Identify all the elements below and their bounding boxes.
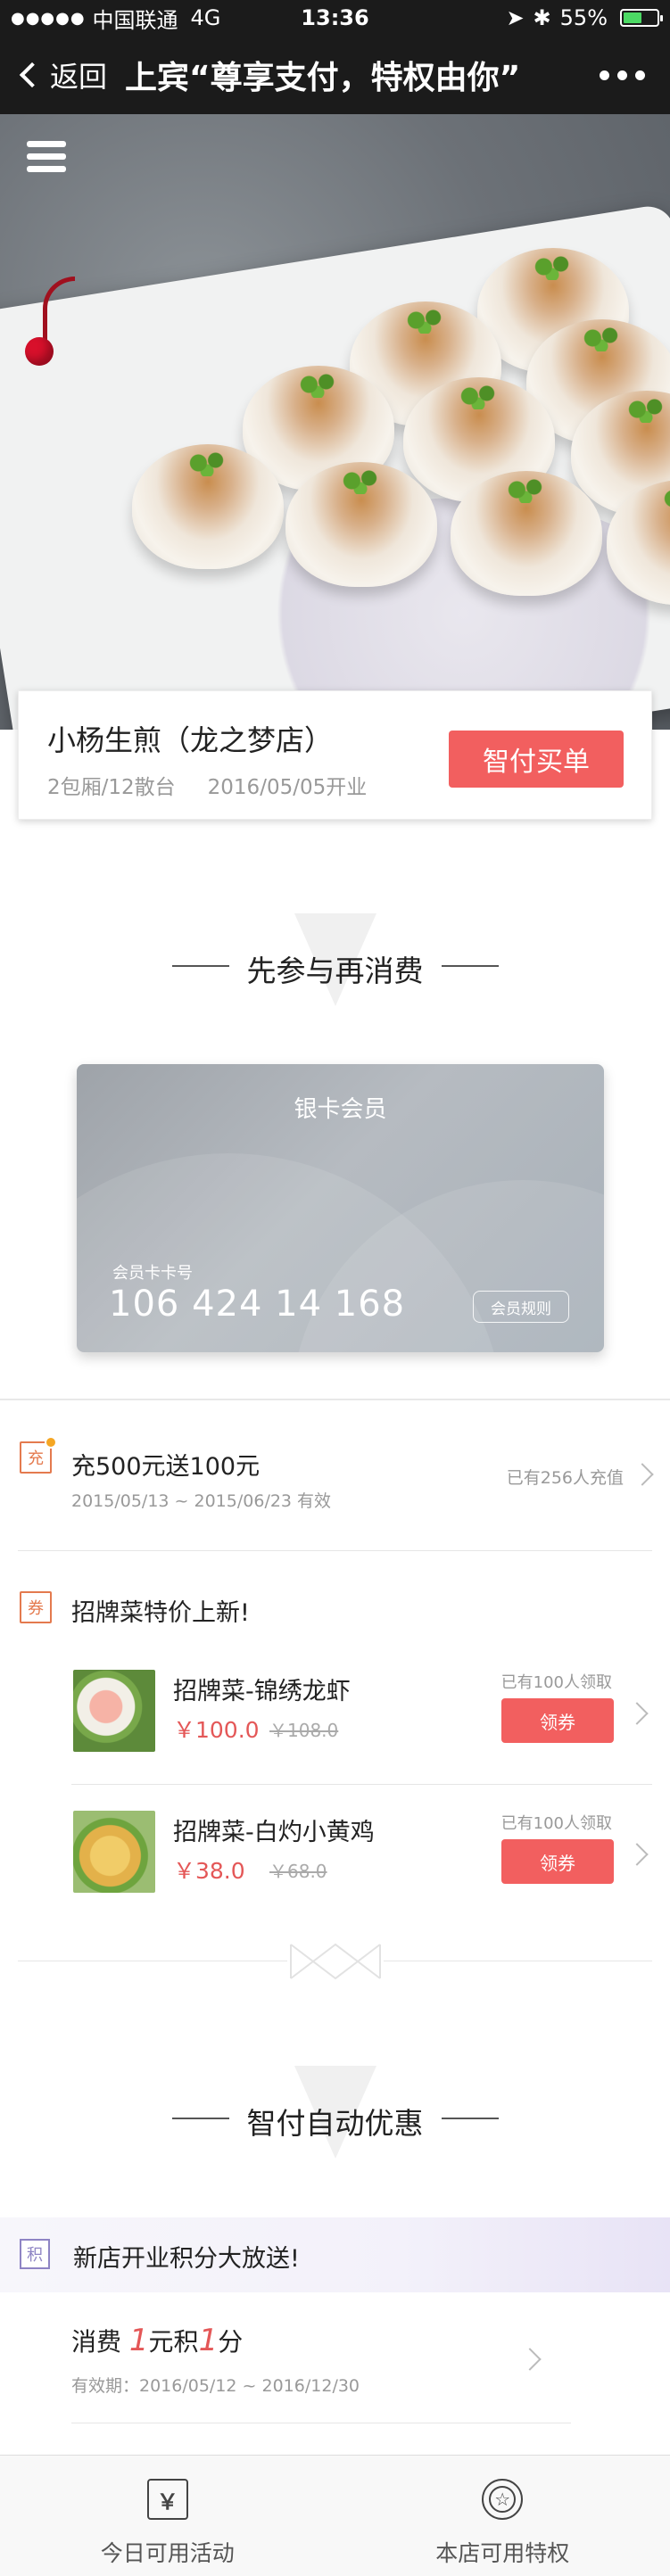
list-item[interactable]: 招牌菜-白灼小黄鸡 ￥38.0 ￥68.0 已有100人领取 领券 bbox=[71, 1793, 652, 1927]
badge-dot bbox=[45, 1436, 57, 1449]
bluetooth-icon: ✱ bbox=[533, 5, 551, 30]
points-rule-suffix: 分 bbox=[218, 2327, 244, 2357]
nav-bar: 返回 上宾“尊享支付，特权由你” bbox=[0, 36, 670, 114]
member-rules-button[interactable]: 会员规则 bbox=[473, 1291, 569, 1323]
menu-icon[interactable] bbox=[27, 141, 66, 177]
tab-label: 本店可用特权 bbox=[435, 2540, 570, 2566]
tab-bar: ￥ 今日可用活动 ☆ 本店可用特权 bbox=[0, 2455, 670, 2576]
shop-meta: 2包厢/12散台 2016/05/05开业 bbox=[47, 770, 367, 800]
points-rule: 消费 1元积1分 bbox=[71, 2323, 243, 2358]
points-icon-char: 积 bbox=[27, 2246, 43, 2265]
list-item[interactable]: 招牌菜-锦绣龙虾 ￥100.0 ￥108.0 已有100人领取 领券 bbox=[71, 1652, 652, 1786]
shop-seats: 2包厢/12散台 bbox=[47, 776, 176, 799]
card-number: 106 424 14 168 bbox=[109, 1284, 406, 1325]
divider bbox=[18, 1550, 652, 1551]
shop-name: 小杨生煎（龙之梦店） bbox=[47, 723, 334, 757]
dish-original-price: ￥68.0 bbox=[269, 1861, 327, 1882]
coupons-header: 券 招牌菜特价上新! bbox=[0, 1577, 670, 1639]
carrier-label: 中国联通 bbox=[92, 7, 178, 33]
dish-price: ￥38.0 bbox=[173, 1858, 245, 1884]
location-icon: ➤ bbox=[506, 5, 525, 30]
coupons-heading: 招牌菜特价上新! bbox=[71, 1599, 250, 1627]
points-icon: 积 bbox=[20, 2239, 50, 2269]
dish-price: ￥100.0 bbox=[173, 1717, 260, 1743]
recharge-participants: 已有256人充值 bbox=[506, 1468, 624, 1488]
section-heading: 智付自动优惠 bbox=[0, 2066, 670, 2173]
battery-fill bbox=[624, 12, 641, 23]
divider bbox=[0, 1399, 670, 1400]
yen-icon: ￥ bbox=[146, 2479, 188, 2520]
recharge-offer-row[interactable]: 充 充500元送100元 2015/05/13 ~ 2015/06/23 有效 … bbox=[0, 1431, 670, 1538]
battery-percent: 55% bbox=[559, 5, 608, 30]
points-rule-points: 1 bbox=[198, 2323, 219, 2358]
points-rule-mid: 元积 bbox=[148, 2327, 199, 2357]
claim-count: 已有100人领取 bbox=[500, 1814, 612, 1833]
dish-thumbnail bbox=[73, 1811, 155, 1893]
chevron-right-icon bbox=[631, 1463, 654, 1486]
card-title: 银卡会员 bbox=[294, 1096, 387, 1123]
chevron-right-icon bbox=[625, 1702, 649, 1725]
points-banner-title: 新店开业积分大放送! bbox=[73, 2245, 300, 2273]
shop-info-card: 小杨生煎（龙之梦店） 2包厢/12散台 2016/05/05开业 智付买单 bbox=[18, 690, 652, 820]
recharge-icon: 充 bbox=[20, 1436, 57, 1474]
battery-icon bbox=[620, 9, 663, 27]
tab-today-activities[interactable]: ￥ 今日可用活动 bbox=[0, 2456, 335, 2576]
dish-thumbnail bbox=[73, 1670, 155, 1752]
cherry-graphic bbox=[25, 337, 54, 366]
back-label: 返回 bbox=[50, 60, 108, 94]
section-heading: 先参与再消费 bbox=[0, 913, 670, 1020]
cherry-stem-graphic bbox=[43, 277, 75, 343]
page: ●●●●● 中国联通 4G 13:36 ➤ ✱ 55% 返回 上宾“尊享支付，特… bbox=[0, 0, 670, 2576]
hero-image bbox=[0, 114, 670, 730]
card-number-label: 会员卡卡号 bbox=[112, 1264, 193, 1283]
dish-original-price: ￥108.0 bbox=[269, 1720, 339, 1741]
recharge-title: 充500元送100元 bbox=[71, 1453, 261, 1481]
claim-count: 已有100人领取 bbox=[500, 1673, 612, 1692]
bun-graphic bbox=[132, 444, 284, 569]
divider bbox=[71, 1784, 652, 1785]
shop-open-date: 2016/05/05开业 bbox=[207, 776, 368, 799]
section-title: 智付自动优惠 bbox=[246, 2106, 424, 2141]
section-title: 先参与再消费 bbox=[246, 954, 424, 988]
points-rule-amount: 1 bbox=[128, 2323, 149, 2358]
signal-icon: ●●●●● bbox=[11, 8, 86, 28]
points-banner: 积 新店开业积分大放送! bbox=[0, 2217, 670, 2292]
dish-title: 招牌菜-白灼小黄鸡 bbox=[173, 1819, 375, 1846]
claim-coupon-button[interactable]: 领券 bbox=[501, 1839, 614, 1884]
coupon-icon: 券 bbox=[20, 1591, 52, 1623]
points-validity: 有效期：2016/05/12 ~ 2016/12/30 bbox=[71, 2376, 360, 2396]
more-icon[interactable] bbox=[600, 62, 645, 87]
member-card: 银卡会员 会员卡卡号 106 424 14 168 会员规则 bbox=[77, 1064, 604, 1352]
recharge-icon-char: 充 bbox=[28, 1449, 44, 1468]
star-badge-icon: ☆ bbox=[482, 2479, 524, 2520]
recharge-validity: 2015/05/13 ~ 2015/06/23 有效 bbox=[71, 1491, 332, 1511]
status-bar: ●●●●● 中国联通 4G 13:36 ➤ ✱ 55% bbox=[0, 0, 670, 36]
network-label: 4G bbox=[190, 5, 221, 30]
tab-label: 今日可用活动 bbox=[100, 2540, 235, 2566]
coupon-icon-char: 券 bbox=[28, 1599, 44, 1618]
claim-coupon-button[interactable]: 领券 bbox=[501, 1698, 614, 1743]
page-title: 上宾“尊享支付，特权由你” bbox=[125, 60, 521, 96]
dish-title: 招牌菜-锦绣龙虾 bbox=[173, 1678, 351, 1705]
chevron-right-icon bbox=[518, 2348, 542, 2371]
ornament-icon bbox=[287, 1941, 384, 1982]
tab-store-privileges[interactable]: ☆ 本店可用特权 bbox=[335, 2456, 670, 2576]
star-icon: ☆ bbox=[489, 2486, 517, 2513]
points-rule-prefix: 消费 bbox=[71, 2327, 129, 2357]
back-button[interactable]: 返回 bbox=[0, 36, 107, 114]
pay-button[interactable]: 智付买单 bbox=[449, 731, 624, 788]
points-rule-row[interactable]: 消费 1元积1分 有效期：2016/05/12 ~ 2016/12/30 bbox=[0, 2292, 670, 2426]
bun-graphic bbox=[451, 471, 602, 596]
status-right: ➤ ✱ 55% bbox=[506, 5, 663, 30]
chevron-left-icon bbox=[19, 62, 45, 88]
bun-graphic bbox=[285, 462, 437, 587]
chevron-right-icon bbox=[625, 1843, 649, 1866]
